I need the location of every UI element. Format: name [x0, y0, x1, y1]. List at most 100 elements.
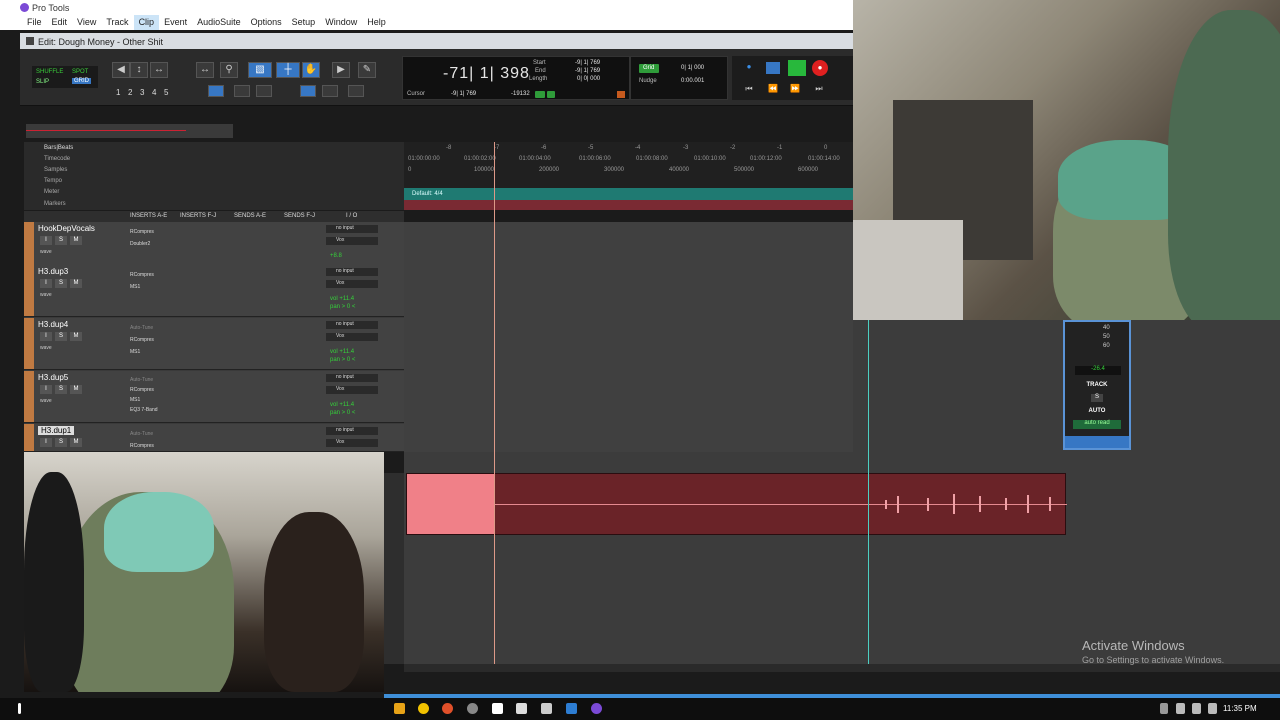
audio-clip[interactable] — [406, 473, 1067, 535]
pro-tools-taskbar-icon[interactable] — [591, 703, 602, 714]
zoomer-tool-icon[interactable]: ⚲ — [220, 62, 238, 78]
input-selector[interactable]: no input — [326, 427, 378, 435]
end-value[interactable]: -9| 1| 769 — [575, 68, 600, 74]
menu-window[interactable]: Window — [320, 15, 362, 30]
input-monitor-button[interactable]: I — [40, 385, 52, 394]
grabber-tool-icon[interactable]: ✋ — [302, 62, 320, 78]
zoom-horizontal-button[interactable]: ↔ — [150, 62, 168, 78]
output-selector[interactable]: Vox — [326, 386, 378, 394]
output-selector[interactable]: Vox — [326, 237, 378, 245]
insert-slot[interactable]: RCompres — [130, 226, 154, 238]
menu-track[interactable]: Track — [101, 15, 133, 30]
pan-value[interactable]: pan > 0 < — [330, 303, 355, 311]
menu-view[interactable]: View — [72, 15, 101, 30]
input-selector[interactable]: no input — [326, 225, 378, 233]
start-icon[interactable] — [18, 703, 21, 714]
solo-button[interactable]: S — [55, 438, 67, 447]
grid-value[interactable]: 0| 1| 000 — [681, 65, 704, 71]
input-selector[interactable]: no input — [326, 321, 378, 329]
track-name[interactable]: H3.dup5 — [38, 373, 68, 382]
volume-value[interactable]: vol +11.4 — [330, 401, 355, 409]
menu-event[interactable]: Event — [159, 15, 192, 30]
file-explorer-icon[interactable] — [394, 703, 405, 714]
start-value[interactable]: -9| 1| 769 — [575, 60, 600, 66]
volume-readout[interactable]: vol +11.4 pan > 0 < — [330, 348, 355, 364]
mode-spot[interactable]: SPOT — [72, 69, 88, 75]
mute-button[interactable]: M — [70, 332, 82, 341]
pencil-tool-icon[interactable]: ✎ — [358, 62, 376, 78]
fast-forward-icon[interactable]: ⏩ — [788, 84, 802, 96]
track-view-selector[interactable]: wave — [40, 249, 52, 255]
selector-tool-icon[interactable]: ┼ — [276, 62, 300, 78]
notepad-icon[interactable] — [541, 703, 552, 714]
volume-value[interactable]: vol +11.4 — [330, 295, 355, 303]
insert-slot[interactable]: MS1 — [130, 346, 154, 358]
insert-slot[interactable]: RCompres — [130, 269, 154, 281]
mode-shuffle[interactable]: SHUFFLE — [36, 69, 63, 75]
ruler-bars-beats[interactable]: Bars|Beats — [44, 145, 73, 151]
link-timeline-icon[interactable] — [208, 85, 224, 97]
track-name[interactable]: HookDepVocals — [38, 224, 95, 233]
menu-help[interactable]: Help — [362, 15, 391, 30]
timeline-rulers[interactable]: -8 -7 -6 -5 -4 -3 -2 -1 0 01:00:00:00 01… — [404, 142, 853, 210]
track-row[interactable]: H3.dup5 I S M wave Auto-Tune RCompres MS… — [24, 371, 404, 423]
zoom-in-button[interactable]: ↔ — [196, 62, 214, 78]
insert-slot[interactable]: Doubler2 — [130, 238, 154, 250]
mode-slip[interactable]: SLIP — [36, 79, 49, 85]
solo-button[interactable]: S — [55, 279, 67, 288]
online-icon[interactable]: ● — [742, 62, 756, 74]
track-view-selector[interactable]: wave — [40, 398, 52, 404]
insert-slot[interactable]: RCompres — [130, 385, 158, 395]
zoom-preset-1[interactable]: 1 — [116, 88, 120, 97]
input-monitor-button[interactable]: I — [40, 236, 52, 245]
return-to-zero-icon[interactable]: ⏮ — [742, 84, 756, 96]
input-monitor-button[interactable]: I — [40, 279, 52, 288]
menu-clip[interactable]: Clip — [133, 15, 160, 30]
insert-slot[interactable]: RCompres — [130, 440, 154, 452]
solo-button[interactable]: S — [55, 236, 67, 245]
track-name[interactable]: H3.dup4 — [38, 320, 68, 329]
mute-button[interactable]: M — [70, 236, 82, 245]
track-view-selector[interactable]: wave — [40, 292, 52, 298]
track-row[interactable]: H3.dup1 I S M Auto-Tune RCompres no inpu… — [24, 424, 404, 452]
zoom-preset-5[interactable]: 5 — [164, 88, 168, 97]
input-monitor-button[interactable]: I — [40, 438, 52, 447]
app-icon[interactable] — [467, 703, 478, 714]
solo-button[interactable]: S — [55, 332, 67, 341]
clock[interactable]: 11:35 PM — [1223, 704, 1257, 713]
record-icon[interactable]: ● — [812, 60, 828, 76]
zoom-preset-3[interactable]: 3 — [140, 88, 144, 97]
edit-window-options-icon[interactable] — [348, 85, 364, 97]
track-name[interactable]: H3.dup1 — [38, 426, 75, 435]
input-selector[interactable]: no input — [326, 374, 378, 382]
output-selector[interactable]: Vox — [326, 439, 378, 447]
menu-file[interactable]: File — [22, 15, 47, 30]
menu-audiosuite[interactable]: AudioSuite — [192, 15, 246, 30]
mode-grid[interactable]: GRID — [72, 78, 91, 84]
insert-slot[interactable]: EQ3 7-Band — [130, 405, 158, 415]
ruler-timecode[interactable]: Timecode — [44, 156, 70, 162]
insert-slot[interactable]: RCompres — [130, 334, 154, 346]
nudge-value[interactable]: 0:00.001 — [681, 78, 704, 84]
channel-name-bar[interactable] — [1065, 436, 1129, 448]
volume-readout[interactable]: +8.8 — [330, 252, 342, 260]
volume-readout[interactable]: vol +11.4 pan > 0 < — [330, 295, 355, 311]
link-track-edit-icon[interactable] — [300, 85, 316, 97]
output-selector[interactable]: Vox — [326, 333, 378, 341]
tab-to-transient-icon[interactable] — [234, 85, 250, 97]
zoom-preset-2[interactable]: 2 — [128, 88, 132, 97]
length-value[interactable]: 0| 0| 000 — [577, 76, 600, 82]
fader-level[interactable]: -26.4 — [1075, 366, 1121, 375]
trim-tool-icon[interactable]: ▧ — [248, 62, 272, 78]
ruler-samples[interactable]: Samples — [44, 167, 67, 173]
go-to-end-icon[interactable]: ⏭ — [812, 84, 826, 96]
volume-value[interactable]: vol +11.4 — [330, 348, 355, 356]
battery-icon[interactable] — [1208, 703, 1217, 714]
track-view-selector[interactable]: wave — [40, 345, 52, 351]
ruler-tempo[interactable]: Tempo — [44, 178, 62, 184]
automation-mode-selector[interactable]: auto read — [1073, 420, 1121, 429]
tray-chevron-icon[interactable] — [1160, 703, 1168, 714]
rewind-icon[interactable]: ⏪ — [766, 84, 780, 96]
menu-setup[interactable]: Setup — [287, 15, 321, 30]
stop-icon[interactable] — [766, 62, 780, 74]
